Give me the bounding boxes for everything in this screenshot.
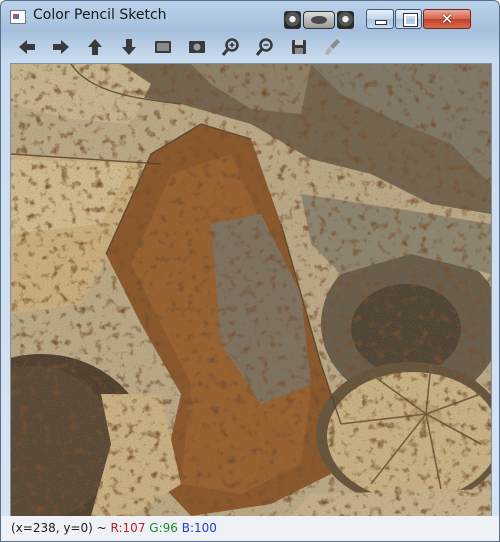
arrow-down-icon	[122, 39, 136, 55]
zoom-in-icon	[221, 38, 239, 56]
close-button[interactable]: ✕	[423, 9, 471, 29]
image-icon	[155, 41, 171, 53]
close-icon: ✕	[440, 10, 454, 28]
zoom-out-button[interactable]	[249, 33, 281, 61]
minimize-button[interactable]	[366, 9, 394, 29]
app-icon[interactable]	[10, 10, 26, 24]
save-button[interactable]	[283, 33, 315, 61]
zoom-fit-button[interactable]	[181, 33, 213, 61]
pan-left-button[interactable]	[11, 33, 43, 61]
arrow-up-icon	[88, 39, 102, 55]
zoom-fit-icon	[189, 41, 205, 53]
minimize-icon	[375, 20, 387, 25]
color-pencil-sketch-image	[11, 64, 491, 516]
snapshot-icon[interactable]	[336, 11, 354, 29]
properties-icon	[325, 39, 340, 55]
pan-right-button[interactable]	[45, 33, 77, 61]
arrow-right-icon	[53, 40, 69, 54]
status-bar: (x=238, y=0) ~ R:107 G:96 B:100	[1, 516, 499, 541]
image-canvas[interactable]	[10, 63, 492, 517]
zoom-in-button[interactable]	[215, 33, 247, 61]
zoom-out-icon	[255, 38, 273, 56]
pan-down-button[interactable]	[113, 33, 145, 61]
app-window: Color Pencil Sketch ✕ (x=238, y=0) ~ R:1…	[0, 0, 500, 542]
record-icon[interactable]	[284, 11, 302, 29]
pixel-coordinates: (x=238, y=0) ~	[11, 521, 111, 535]
title-bar[interactable]: Color Pencil Sketch ✕	[1, 1, 499, 31]
arrow-left-icon	[19, 40, 35, 54]
zoom-original-button[interactable]	[147, 33, 179, 61]
toolbar	[1, 31, 499, 63]
properties-button[interactable]	[317, 33, 349, 61]
pan-up-button[interactable]	[79, 33, 111, 61]
save-icon	[292, 40, 306, 54]
maximize-icon	[403, 13, 418, 27]
pixel-green-value: G:96	[149, 521, 178, 535]
capture-controls	[284, 11, 354, 29]
maximize-button[interactable]	[395, 9, 422, 29]
pixel-blue-value: B:100	[181, 521, 217, 535]
camera-icon[interactable]	[303, 11, 335, 29]
pixel-red-value: R:107	[110, 521, 146, 535]
window-title: Color Pencil Sketch	[33, 7, 167, 23]
